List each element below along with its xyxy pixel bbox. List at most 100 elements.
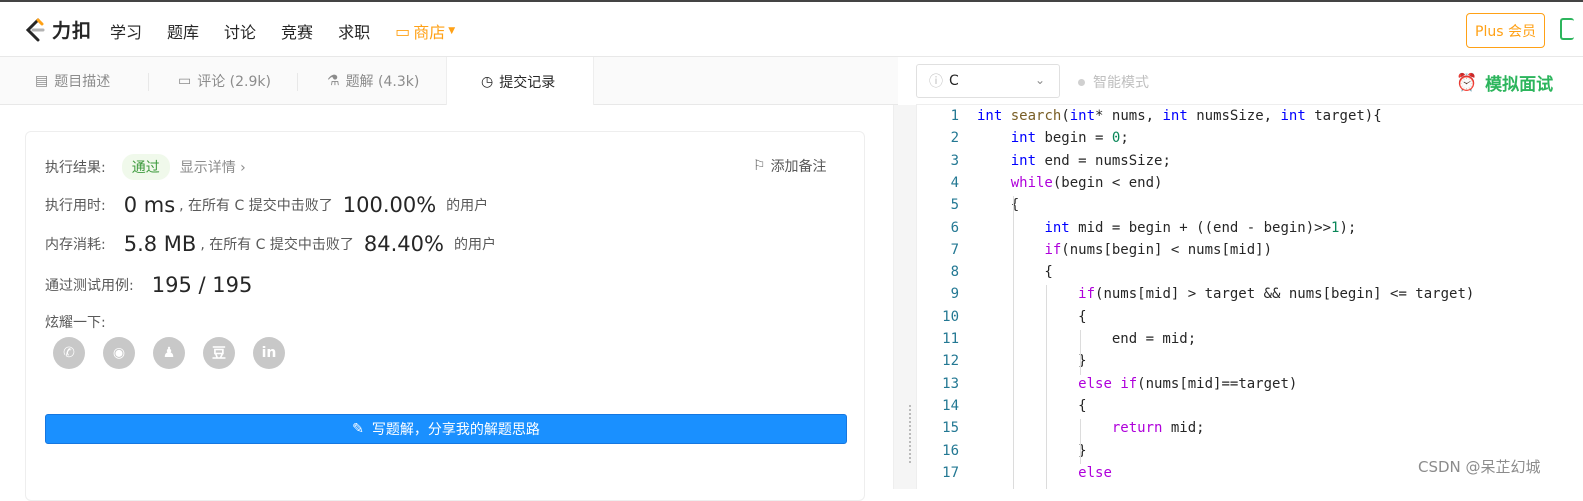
editor-toolbar: ⓘ C ⌄ 智能模式 ⏰ 模拟面试 bbox=[916, 57, 1583, 105]
share-row: 炫耀一下: bbox=[45, 312, 106, 332]
show-details-link[interactable]: 显示详情 › bbox=[180, 157, 246, 177]
write-solution-button[interactable]: ✎ 写题解，分享我的解题思路 bbox=[45, 414, 847, 444]
code-text: int end = numsSize; bbox=[1010, 152, 1171, 169]
main-nav: 学习 题库 讨论 竞赛 求职 ▭ 商店 ▼ bbox=[110, 19, 455, 43]
code-line[interactable]: 11 end = mid; bbox=[917, 328, 1583, 350]
add-note-button[interactable]: ⚐ 添加备注 bbox=[753, 156, 827, 176]
share-label: 炫耀一下: bbox=[45, 315, 106, 331]
code-text: int search(int* nums, int numsSize, int … bbox=[977, 108, 1382, 124]
language-select[interactable]: ⓘ C ⌄ bbox=[916, 64, 1060, 98]
share-icons: ✆ ◉ ♟ 豆 in bbox=[53, 337, 285, 369]
runtime-label: 执行用时: bbox=[45, 198, 106, 214]
smart-mode-label: 智能模式 bbox=[1093, 75, 1149, 91]
pencil-icon: ✎ bbox=[352, 421, 364, 437]
smart-mode-toggle[interactable]: 智能模式 bbox=[1078, 72, 1149, 92]
douban-icon[interactable]: 豆 bbox=[203, 337, 235, 369]
line-number: 5 bbox=[950, 197, 959, 214]
code-line[interactable]: 8 { bbox=[917, 261, 1583, 283]
code-line[interactable]: 7 if(nums[begin] < nums[mid]) bbox=[917, 239, 1583, 261]
tab-description-label: 题目描述 bbox=[54, 74, 111, 90]
caret-down-icon: ▼ bbox=[448, 26, 456, 36]
tab-solutions[interactable]: ⚗ 题解 (4.3k) bbox=[327, 57, 419, 105]
code-editor[interactable]: 1 int search(int* nums, int numsSize, int… bbox=[916, 105, 1583, 489]
description-icon: ▤ bbox=[35, 73, 49, 89]
line-number: 12 bbox=[942, 353, 959, 370]
memory-value: 5.8 MB bbox=[123, 232, 197, 256]
code-text: int mid = begin + ((end - begin)>>1); bbox=[1044, 219, 1357, 236]
mock-interview-label: 模拟面试 bbox=[1485, 75, 1554, 95]
submission-panel: 执行结果: 通过 显示详情 › ⚐ 添加备注 执行用时: 0 ms , 在所有 … bbox=[0, 105, 893, 501]
testcases-value: 195 / 195 bbox=[151, 273, 253, 297]
code-text: } bbox=[977, 353, 1087, 370]
leetcode-logo[interactable]: 力扣 bbox=[24, 16, 92, 43]
line-number: 15 bbox=[942, 420, 959, 437]
code-text: int begin = 0; bbox=[1010, 130, 1129, 147]
memory-suffix: 的用户 bbox=[453, 237, 496, 253]
panel-resizer[interactable] bbox=[893, 105, 916, 489]
line-number: 6 bbox=[950, 219, 959, 236]
comment-icon: ▭ bbox=[178, 73, 192, 89]
testcases-label: 通过测试用例: bbox=[45, 278, 134, 294]
line-number: 16 bbox=[942, 442, 959, 459]
code-line[interactable]: 4 while(begin < end) bbox=[917, 172, 1583, 194]
top-navbar: 力扣 学习 题库 讨论 竞赛 求职 ▭ 商店 ▼ Plus 会员 bbox=[0, 0, 1583, 57]
tab-divider bbox=[148, 73, 149, 91]
runtime-text: , 在所有 C 提交中击败了 bbox=[179, 198, 333, 214]
nav-store-label: 商店 bbox=[413, 23, 446, 42]
line-number: 10 bbox=[942, 308, 959, 325]
tab-solutions-label: 题解 (4.3k) bbox=[345, 74, 420, 90]
clock-icon: ◷ bbox=[481, 73, 494, 90]
drag-handle-icon[interactable] bbox=[909, 405, 911, 463]
code-line[interactable]: 12 } bbox=[917, 350, 1583, 372]
code-line[interactable]: 6 int mid = begin + ((end - begin)>>1); bbox=[917, 217, 1583, 239]
code-line[interactable]: 13 else if(nums[mid]==target) bbox=[917, 373, 1583, 395]
qq-icon[interactable]: ♟ bbox=[153, 337, 185, 369]
result-row: 执行结果: 通过 显示详情 › bbox=[45, 154, 246, 180]
code-text: while(begin < end) bbox=[1010, 174, 1163, 191]
line-number: 14 bbox=[942, 397, 959, 414]
mock-interview-button[interactable]: ⏰ 模拟面试 bbox=[1456, 70, 1554, 96]
line-number: 9 bbox=[950, 286, 959, 303]
code-text: else if(nums[mid]==target) bbox=[1078, 375, 1298, 392]
line-number: 8 bbox=[950, 264, 959, 281]
code-text: { bbox=[977, 308, 1087, 325]
truncated-icon[interactable] bbox=[1560, 18, 1574, 40]
watermark: CSDN @呆芷幻城 bbox=[1418, 456, 1541, 477]
alarm-clock-icon: ⏰ bbox=[1456, 72, 1478, 93]
code-text: else bbox=[1078, 464, 1112, 481]
problem-tabs: ▤ 题目描述 ▭ 评论 (2.9k) ⚗ 题解 (4.3k) ◷ 提交记录 bbox=[0, 57, 898, 106]
code-text: if(nums[begin] < nums[mid]) bbox=[1044, 241, 1273, 258]
code-line[interactable]: 14 { bbox=[917, 395, 1583, 417]
weibo-icon[interactable]: ◉ bbox=[103, 337, 135, 369]
memory-text: , 在所有 C 提交中击败了 bbox=[200, 237, 354, 253]
code-line[interactable]: 2 int begin = 0; bbox=[917, 127, 1583, 149]
tab-submissions[interactable]: ◷ 提交记录 bbox=[446, 57, 594, 106]
indent-guide bbox=[1012, 196, 1014, 489]
nav-contest[interactable]: 竞赛 bbox=[281, 19, 313, 43]
nav-problems[interactable]: 题库 bbox=[167, 19, 199, 43]
wechat-icon[interactable]: ✆ bbox=[53, 337, 85, 369]
add-note-label: 添加备注 bbox=[770, 159, 827, 175]
toggle-dot-icon bbox=[1078, 78, 1085, 86]
nav-learn[interactable]: 学习 bbox=[110, 19, 142, 43]
info-icon: ⓘ bbox=[929, 74, 943, 90]
linkedin-icon[interactable]: in bbox=[253, 337, 285, 369]
tab-description[interactable]: ▤ 题目描述 bbox=[35, 57, 110, 105]
code-line[interactable]: 15 return mid; bbox=[917, 417, 1583, 439]
tab-comments[interactable]: ▭ 评论 (2.9k) bbox=[178, 57, 271, 105]
nav-store[interactable]: ▭ 商店 ▼ bbox=[395, 19, 455, 43]
code-line[interactable]: 10 { bbox=[917, 306, 1583, 328]
indent-guide bbox=[1080, 330, 1082, 375]
code-line[interactable]: 5 { bbox=[917, 194, 1583, 216]
runtime-value: 0 ms bbox=[123, 193, 176, 217]
result-card: 执行结果: 通过 显示详情 › ⚐ 添加备注 执行用时: 0 ms , 在所有 … bbox=[25, 131, 865, 501]
plus-member-button[interactable]: Plus 会员 bbox=[1466, 13, 1545, 48]
code-line[interactable]: 3 int end = numsSize; bbox=[917, 150, 1583, 172]
code-line[interactable]: 9 if(nums[mid] > target && nums[begin] <… bbox=[917, 283, 1583, 305]
nav-discuss[interactable]: 讨论 bbox=[224, 19, 256, 43]
nav-jobs[interactable]: 求职 bbox=[338, 19, 370, 43]
logo-text: 力扣 bbox=[52, 20, 93, 42]
code-text: if(nums[mid] > target && nums[begin] <= … bbox=[1078, 286, 1475, 303]
code-line[interactable]: 1 int search(int* nums, int numsSize, int… bbox=[917, 105, 1583, 127]
runtime-percent: 100.00% bbox=[342, 193, 437, 217]
